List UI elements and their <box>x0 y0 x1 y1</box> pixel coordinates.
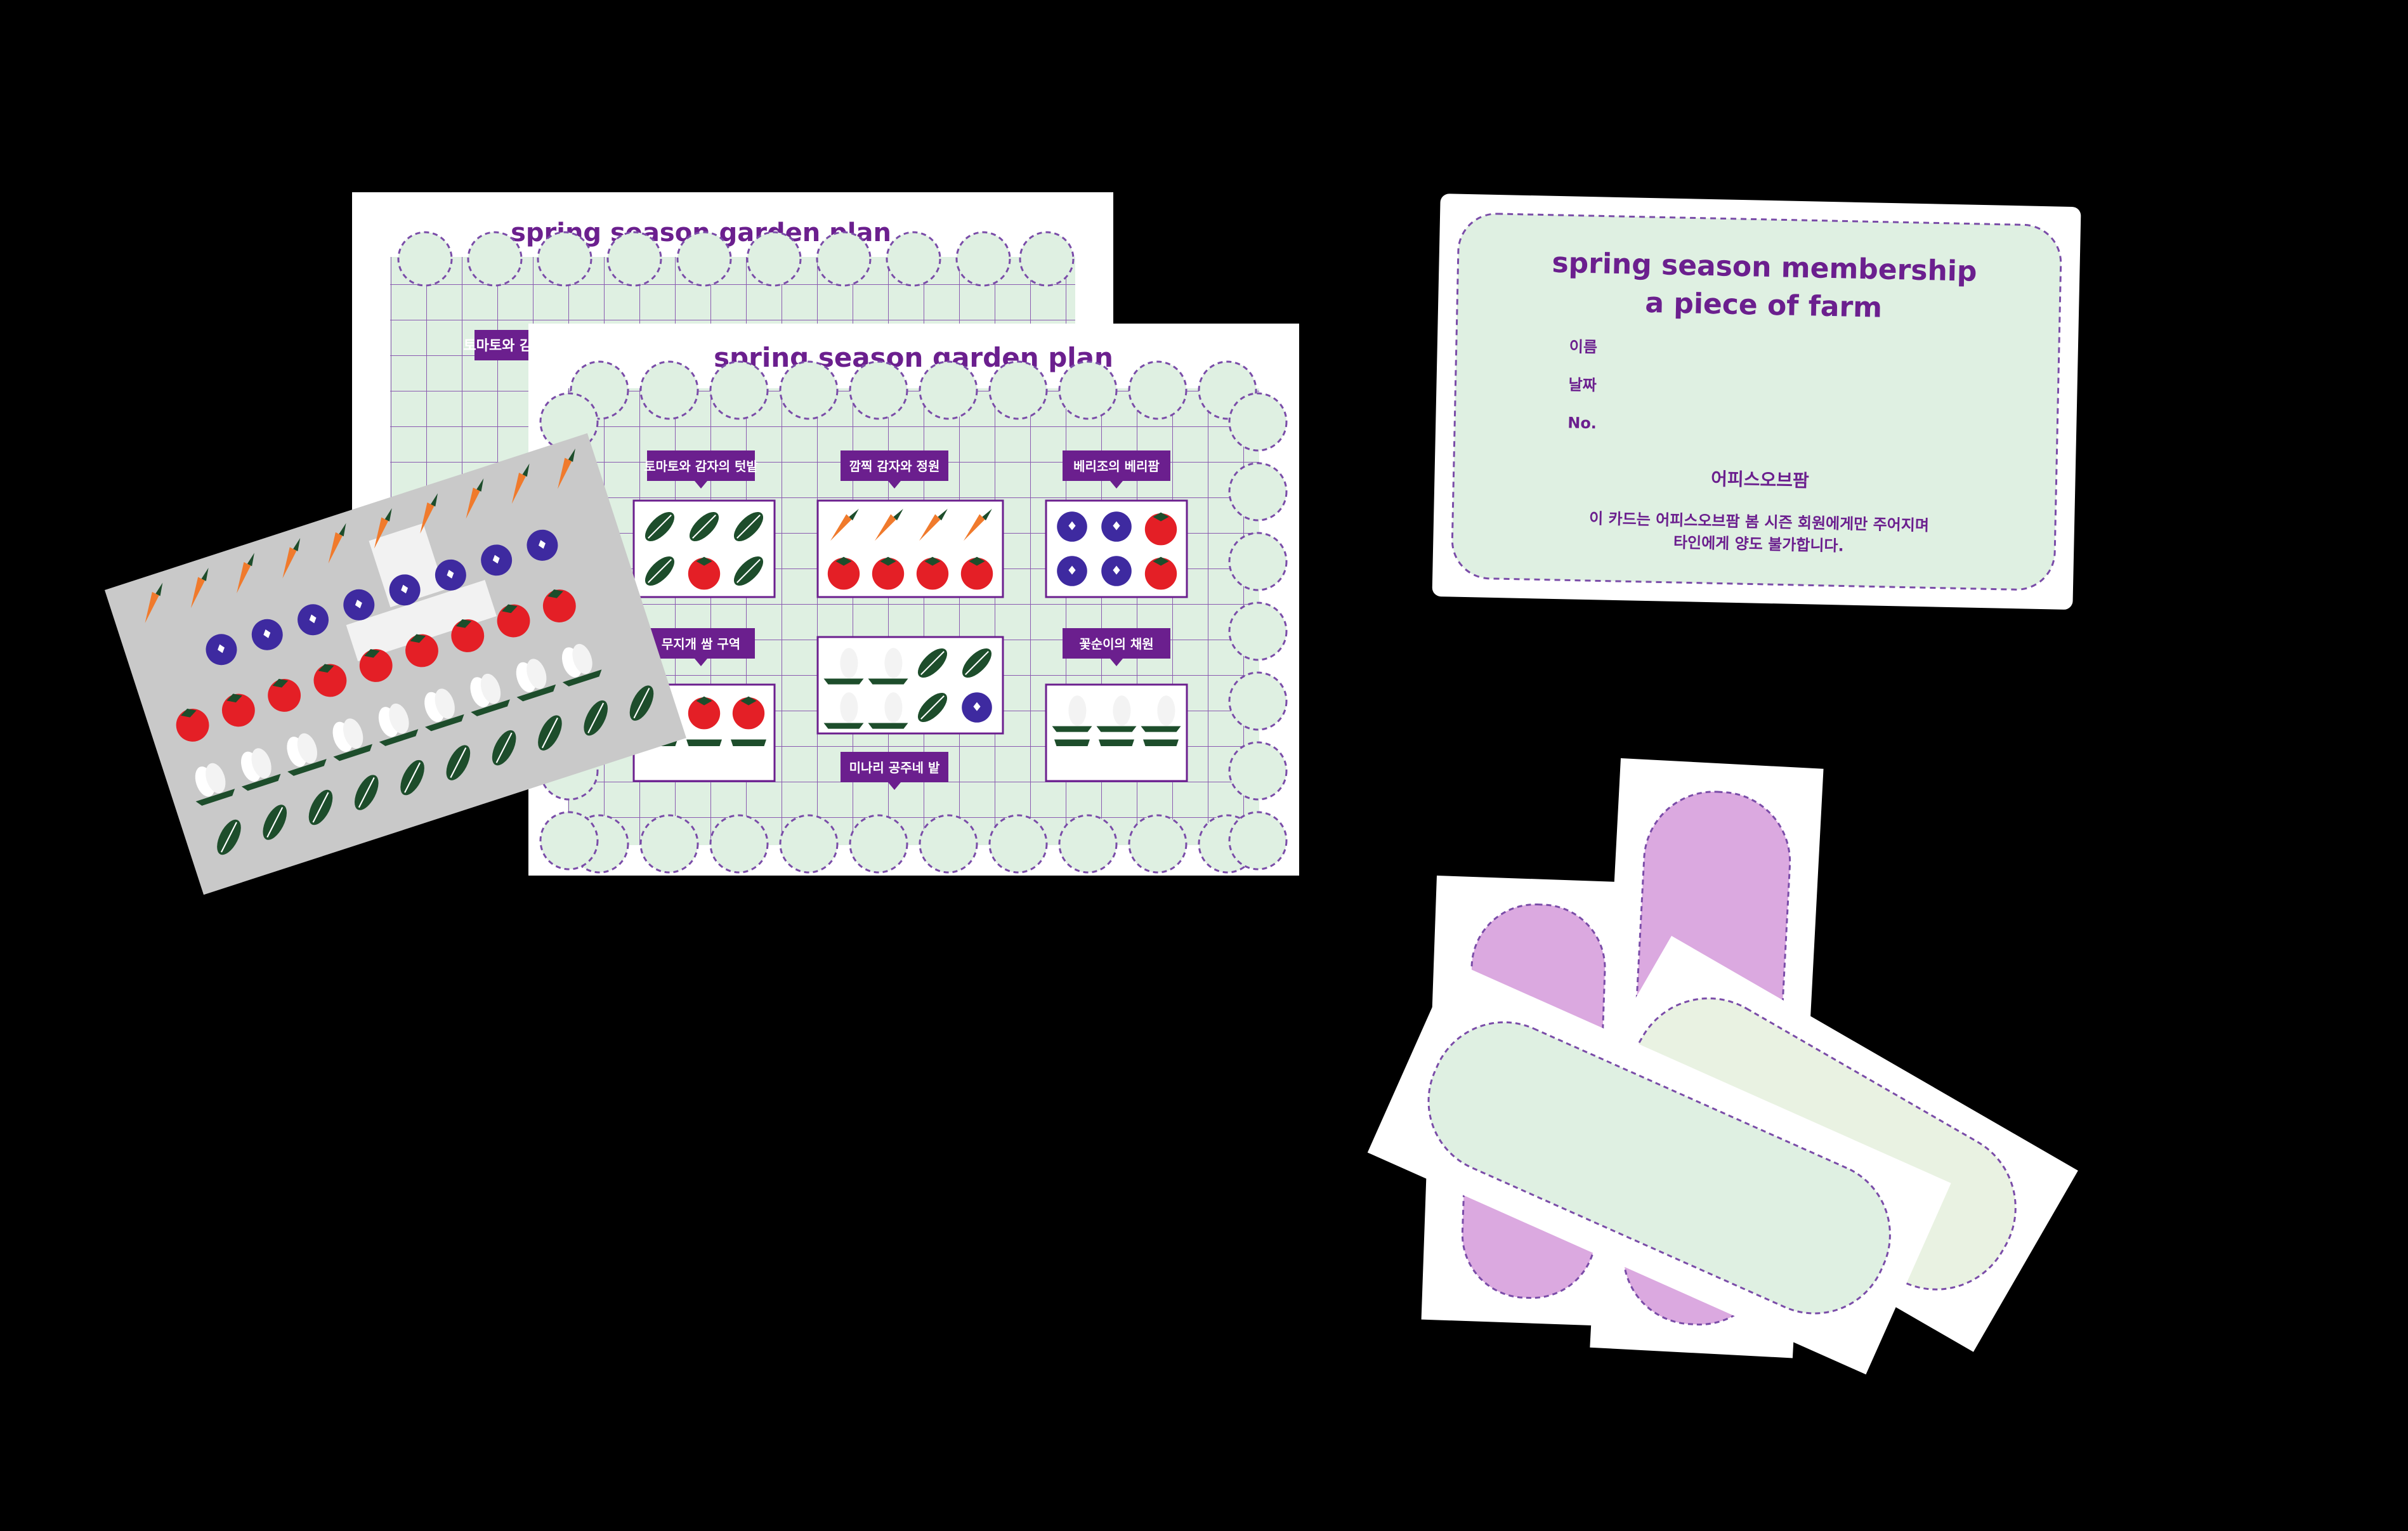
membership-field-no: No. <box>1567 414 1597 432</box>
garden-plot-label-text: 베리조의 베리팜 <box>1073 459 1160 474</box>
garden-plot: 꽃순이의 채원 <box>1045 628 1188 782</box>
membership-field-name: 이름 <box>1569 338 1597 356</box>
membership-field-date: 날짜 <box>1568 376 1597 394</box>
garden-plot-label-text: 꽃순이의 채원 <box>1079 636 1153 652</box>
membership-title-line2: a piece of farm <box>1645 287 1883 324</box>
radish-icon <box>731 739 766 773</box>
berry-icon <box>962 692 992 723</box>
garden-plan-card-front: spring season garden plan 토마토와 감자의 텃밭 깜찍 … <box>528 324 1299 876</box>
berry-icon <box>1057 556 1087 586</box>
product-photo-scene: spring season garden plan 토마토와 감자 spring… <box>105 192 2081 1375</box>
radish-icon <box>1054 739 1090 773</box>
radish-icon <box>686 739 722 773</box>
berry-icon <box>1101 556 1132 586</box>
radish-icon <box>1099 739 1134 773</box>
garden-plot-label-text: 깜찍 감자와 정원 <box>849 459 940 474</box>
garden-plot-label-text: 토마토와 감자의 텃밭 <box>644 459 758 474</box>
membership-brand: 어피스오브팜 <box>1711 468 1809 491</box>
garden-plot-label-text: 무지개 쌈 구역 <box>662 636 740 652</box>
membership-card: spring season membership a piece of farm… <box>1432 194 2081 610</box>
radish-icon <box>1143 739 1179 773</box>
garden-plan-front-title: spring season garden plan <box>714 342 1113 373</box>
berry-icon <box>1101 511 1132 542</box>
membership-notice-line2: 타인에게 양도 불가합니다. <box>1673 534 1844 555</box>
garden-plot-label-text: 미나리 공주네 밭 <box>849 760 940 775</box>
garden-plot: 토마토와 감자의 텃밭 <box>632 450 776 598</box>
garden-plot: 베리조의 베리팜 <box>1045 450 1188 598</box>
berry-icon <box>1057 511 1087 542</box>
